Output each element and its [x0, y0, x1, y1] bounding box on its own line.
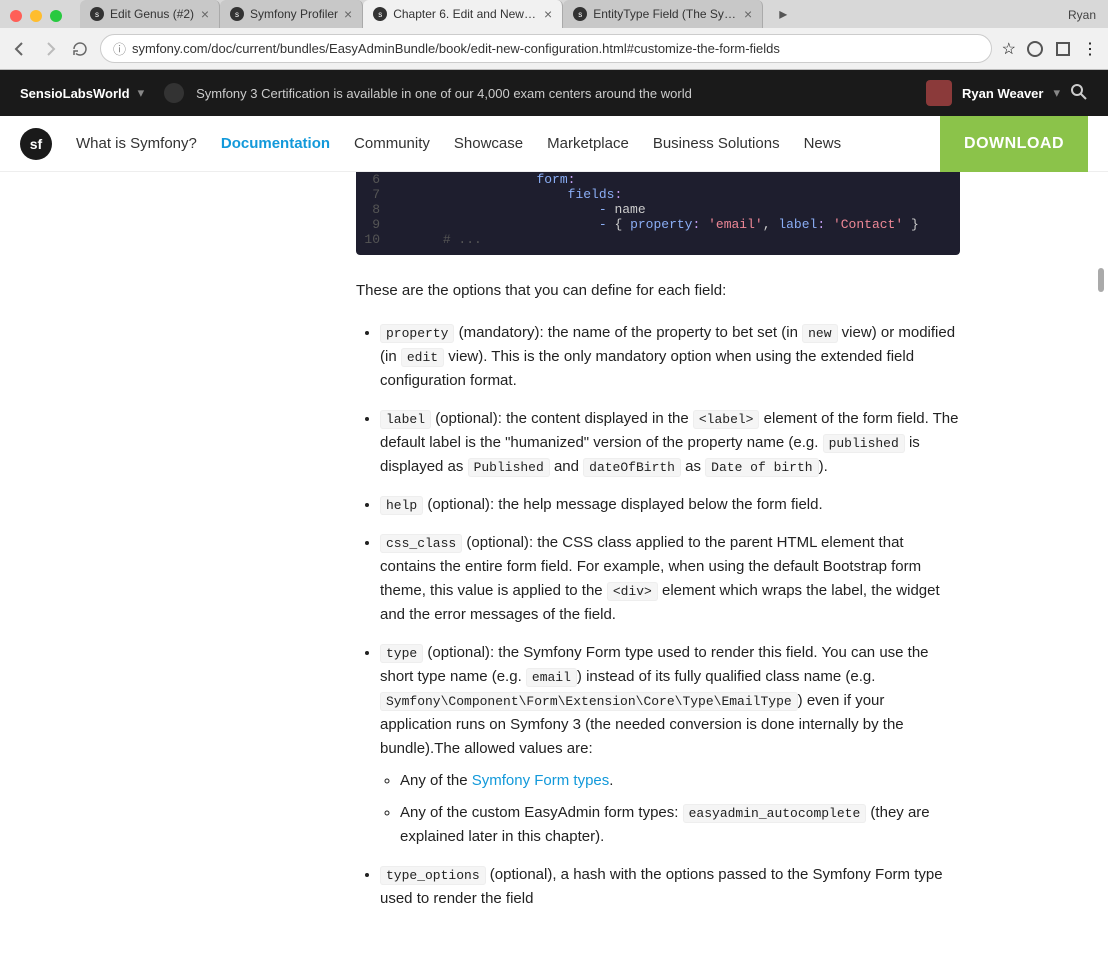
browser-tab[interactable]: s EntityType Field (The Symfony × — [563, 0, 763, 28]
extension-icon[interactable] — [1054, 40, 1072, 58]
doc-content: 6 form:7 fields:8 - name9 - { property: … — [356, 172, 960, 965]
browser-tab[interactable]: s Edit Genus (#2) × — [80, 0, 220, 28]
list-item: property (mandatory): the name of the pr… — [380, 321, 960, 393]
download-button[interactable]: DOWNLOAD — [940, 116, 1088, 172]
nav-business[interactable]: Business Solutions — [653, 135, 780, 152]
back-button[interactable] — [10, 39, 30, 59]
address-bar[interactable]: ⓘ symfony.com/doc/current/bundles/EasyAd… — [100, 34, 992, 63]
avatar[interactable] — [926, 80, 952, 106]
nav-what-is[interactable]: What is Symfony? — [76, 135, 197, 152]
symfony-form-types-link[interactable]: Symfony Form types — [472, 772, 610, 789]
favicon-icon: s — [90, 7, 104, 21]
list-item: Any of the Symfony Form types. — [400, 769, 960, 793]
close-tab-icon[interactable]: × — [744, 6, 752, 22]
window-controls — [0, 4, 72, 28]
code-label: label — [380, 410, 431, 429]
maximize-window-icon[interactable] — [50, 10, 62, 22]
forward-button[interactable] — [40, 39, 60, 59]
main-nav: sf What is Symfony? Documentation Commun… — [0, 116, 1108, 172]
browser-tabs: s Edit Genus (#2) × s Symfony Profiler ×… — [72, 0, 771, 28]
list-item: css_class (optional): the CSS class appl… — [380, 531, 960, 627]
promo-brand[interactable]: SensioLabsWorld — [20, 86, 130, 101]
menu-icon[interactable]: ⋮ — [1082, 39, 1098, 59]
symfony-logo-icon[interactable]: sf — [20, 128, 52, 160]
list-item: label (optional): the content displayed … — [380, 407, 960, 479]
nav-news[interactable]: News — [804, 135, 842, 152]
browser-tab[interactable]: s Chapter 6. Edit and New View × — [363, 0, 563, 28]
field-options-list: property (mandatory): the name of the pr… — [356, 321, 960, 911]
tab-title: Chapter 6. Edit and New View — [393, 7, 538, 21]
nav-community[interactable]: Community — [354, 135, 430, 152]
promo-text[interactable]: Symfony 3 Certification is available in … — [196, 86, 692, 101]
nav-showcase[interactable]: Showcase — [454, 135, 523, 152]
search-icon[interactable] — [1070, 83, 1088, 104]
tab-title: EntityType Field (The Symfony — [593, 7, 738, 21]
code-block: 6 form:7 fields:8 - name9 - { property: … — [356, 172, 960, 255]
close-tab-icon[interactable]: × — [344, 6, 352, 22]
scrollbar-track[interactable] — [1098, 130, 1106, 624]
site-info-icon[interactable]: ⓘ — [113, 39, 126, 58]
chevron-down-icon[interactable]: ▾ — [138, 85, 145, 101]
promo-bar: SensioLabsWorld ▾ Symfony 3 Certificatio… — [0, 70, 1108, 116]
extension-icon[interactable] — [1026, 40, 1044, 58]
sub-list: Any of the Symfony Form types. Any of th… — [380, 769, 960, 849]
code-property: property — [380, 324, 454, 343]
tab-title: Edit Genus (#2) — [110, 7, 195, 21]
code-css-class: css_class — [380, 534, 462, 553]
url-bar: ⓘ symfony.com/doc/current/bundles/EasyAd… — [0, 28, 1108, 69]
favicon-icon: s — [230, 7, 244, 21]
list-item: help (optional): the help message displa… — [380, 493, 960, 517]
code-help: help — [380, 496, 423, 515]
tab-title: Symfony Profiler — [250, 7, 338, 21]
scrollbar-thumb[interactable] — [1098, 268, 1104, 292]
browser-user[interactable]: Ryan — [1056, 2, 1108, 28]
bookmark-icon[interactable]: ☆ — [1002, 39, 1016, 59]
intro-paragraph: These are the options that you can defin… — [356, 279, 960, 303]
browser-tab[interactable]: s Symfony Profiler × — [220, 0, 363, 28]
url-text: symfony.com/doc/current/bundles/EasyAdmi… — [132, 41, 780, 56]
minimize-window-icon[interactable] — [30, 10, 42, 22]
new-tab-button[interactable]: ▸ — [771, 0, 795, 28]
browser-chrome: s Edit Genus (#2) × s Symfony Profiler ×… — [0, 0, 1108, 70]
close-tab-icon[interactable]: × — [201, 6, 209, 22]
favicon-icon: s — [373, 7, 387, 21]
list-item: type_options (optional), a hash with the… — [380, 863, 960, 911]
list-item: type (optional): the Symfony Form type u… — [380, 641, 960, 849]
nav-documentation[interactable]: Documentation — [221, 135, 330, 152]
reload-button[interactable] — [70, 39, 90, 59]
favicon-icon: s — [573, 7, 587, 21]
username[interactable]: Ryan Weaver — [962, 86, 1043, 101]
nav-marketplace[interactable]: Marketplace — [547, 135, 629, 152]
close-window-icon[interactable] — [10, 10, 22, 22]
list-item: Any of the custom EasyAdmin form types: … — [400, 801, 960, 849]
code-type: type — [380, 644, 423, 663]
chevron-down-icon[interactable]: ▾ — [1053, 85, 1060, 101]
close-tab-icon[interactable]: × — [544, 6, 552, 22]
code-type-options: type_options — [380, 866, 486, 885]
symfony-logo-icon — [164, 83, 184, 103]
